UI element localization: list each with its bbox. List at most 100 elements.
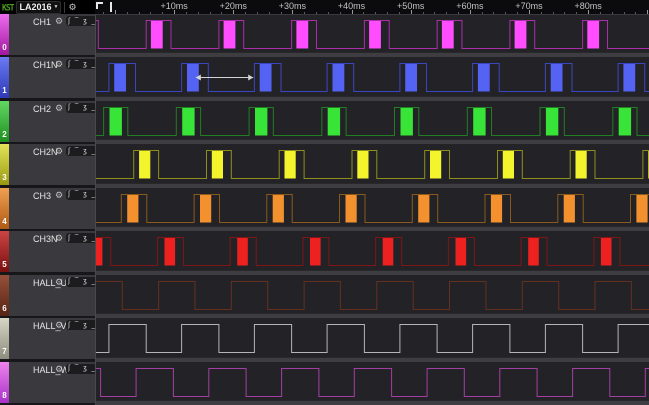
waveform-plot-CH1[interactable] [96, 14, 649, 53]
waveform-row-CH3N[interactable] [96, 231, 649, 274]
dense-transition-block [237, 238, 248, 266]
trigger-rising-edge-button[interactable]: ʃ [68, 147, 70, 156]
timeline-tick [127, 12, 128, 14]
channel-gear-icon[interactable]: ⚙ [55, 233, 63, 243]
waveform-plot-CH3N[interactable] [96, 231, 649, 270]
channel-gear-icon[interactable]: ⚙ [55, 190, 63, 200]
trigger-falling-edge-button[interactable]: ʒ [83, 277, 87, 286]
waveform-row-HALL_W[interactable] [96, 362, 649, 405]
channel-number: 7 [0, 347, 9, 356]
trigger-falling-edge-button[interactable]: ʒ [83, 17, 87, 26]
timeline-tick [541, 12, 542, 14]
trigger-falling-edge-button[interactable]: ʒ [83, 103, 87, 112]
channel-row-CH3N[interactable]: 5CH3N⚙ʃ‾ʒ_ [0, 231, 95, 272]
channel-name-label[interactable]: CH3 [33, 191, 51, 201]
dense-transition-block [551, 64, 563, 92]
timeline-tick [553, 12, 554, 14]
timeline-tick [423, 12, 424, 14]
channel-name-label[interactable]: CH1 [33, 17, 51, 27]
channel-gear-icon[interactable]: ⚙ [55, 277, 63, 287]
trigger-high-level-button[interactable]: ‾ [75, 17, 79, 26]
waveform-area[interactable] [95, 14, 649, 405]
trigger-rising-edge-button[interactable]: ʃ [68, 17, 70, 26]
waveform-trace [96, 238, 649, 266]
trigger-high-level-button[interactable]: ‾ [75, 147, 79, 156]
waveform-row-HALL_U[interactable] [96, 275, 649, 318]
settings-gear-button[interactable]: ⚙ [68, 2, 76, 13]
waveform-row-CH2[interactable] [96, 101, 649, 144]
waveform-row-CH2N[interactable] [96, 144, 649, 187]
trigger-button-group: ʃ‾ʒ_ [66, 277, 97, 287]
waveform-plot-CH3[interactable] [96, 188, 649, 227]
trigger-falling-edge-button[interactable]: ʒ [83, 321, 87, 330]
dense-transition-block [110, 107, 122, 135]
trigger-high-level-button[interactable]: ‾ [75, 60, 79, 69]
dense-transition-block [224, 21, 236, 49]
channel-row-HALL_V[interactable]: 7HALL_V⚙ʃ‾ʒ_ [0, 318, 95, 359]
channel-gear-icon[interactable]: ⚙ [55, 364, 63, 374]
dense-transition-block [310, 238, 321, 266]
channel-row-HALL_U[interactable]: 6HALL_U⚙ʃ‾ʒ_ [0, 275, 95, 316]
timeline-tick [493, 12, 494, 14]
trigger-high-level-button[interactable]: ‾ [75, 234, 79, 243]
device-toolbar: KST LA2016 ▼ ⚙ [0, 0, 95, 14]
trigger-high-level-button[interactable]: ‾ [75, 364, 79, 373]
waveform-trace [96, 64, 649, 92]
waveform-plot-HALL_V[interactable] [96, 318, 649, 357]
waveform-row-HALL_V[interactable] [96, 318, 649, 361]
trigger-rising-edge-button[interactable]: ʃ [68, 190, 70, 199]
cursor-bracket-marker[interactable] [96, 2, 103, 9]
channel-row-CH3[interactable]: 4CH3⚙ʃ‾ʒ_ [0, 188, 95, 229]
trigger-falling-edge-button[interactable]: ʒ [83, 364, 87, 373]
channel-name-label[interactable]: CH2N [33, 147, 58, 157]
timeline-tick [458, 12, 459, 14]
timeline-tick [635, 12, 636, 14]
channel-row-CH2N[interactable]: 3CH2N⚙ʃ‾ʒ_ [0, 144, 95, 185]
waveform-plot-CH1N[interactable] [96, 57, 649, 96]
waveform-plot-HALL_W[interactable] [96, 362, 649, 401]
channel-gear-icon[interactable]: ⚙ [55, 16, 63, 26]
trigger-rising-edge-button[interactable]: ʃ [68, 277, 70, 286]
waveform-row-CH3[interactable] [96, 188, 649, 231]
timeline-tick [505, 12, 506, 14]
dense-transition-block [383, 238, 394, 266]
channel-row-CH1N[interactable]: 1CH1N⚙ʃ‾ʒ_ [0, 57, 95, 98]
trigger-high-level-button[interactable]: ‾ [75, 103, 79, 112]
channel-name-label[interactable]: HALL_W [33, 365, 69, 375]
trigger-falling-edge-button[interactable]: ʒ [83, 234, 87, 243]
waveform-row-CH1[interactable] [96, 14, 649, 57]
waveform-plot-CH2N[interactable] [96, 144, 649, 183]
timeline-tick [399, 12, 400, 14]
trigger-rising-edge-button[interactable]: ʃ [68, 60, 70, 69]
trigger-rising-edge-button[interactable]: ʃ [68, 234, 70, 243]
channel-gear-icon[interactable]: ⚙ [55, 103, 63, 113]
trigger-rising-edge-button[interactable]: ʃ [68, 103, 70, 112]
trigger-high-level-button[interactable]: ‾ [75, 190, 79, 199]
trigger-rising-edge-button[interactable]: ʃ [68, 321, 70, 330]
channel-name-label[interactable]: CH2 [33, 104, 51, 114]
trigger-falling-edge-button[interactable]: ʒ [83, 147, 87, 156]
device-selector[interactable]: LA2016 ▼ [16, 1, 61, 14]
waveform-row-CH1N[interactable] [96, 57, 649, 100]
channel-name-label[interactable]: CH3N [33, 234, 58, 244]
channel-name-label[interactable]: CH1N [33, 60, 58, 70]
channel-gear-icon[interactable]: ⚙ [55, 146, 63, 156]
dense-transition-block [503, 151, 514, 179]
channel-sidebar: 0CH1⚙ʃ‾ʒ_1CH1N⚙ʃ‾ʒ_2CH2⚙ʃ‾ʒ_3CH2N⚙ʃ‾ʒ_4C… [0, 14, 95, 405]
waveform-plot-HALL_U[interactable] [96, 275, 649, 314]
trigger-high-level-button[interactable]: ‾ [75, 321, 79, 330]
trigger-rising-edge-button[interactable]: ʃ [68, 364, 70, 373]
channel-gear-icon[interactable]: ⚙ [55, 320, 63, 330]
trigger-high-level-button[interactable]: ‾ [75, 277, 79, 286]
waveform-plot-CH2[interactable] [96, 101, 649, 140]
timeline-ruler[interactable]: +10ms+20ms+30ms+40ms+50ms+60ms+70ms+80ms [95, 0, 649, 15]
trigger-falling-edge-button[interactable]: ʒ [83, 60, 87, 69]
channel-row-HALL_W[interactable]: 8HALL_W⚙ʃ‾ʒ_ [0, 362, 95, 403]
cursor-line-marker[interactable] [110, 2, 112, 12]
channel-gear-icon[interactable]: ⚙ [55, 59, 63, 69]
channel-row-CH2[interactable]: 2CH2⚙ʃ‾ʒ_ [0, 101, 95, 142]
trigger-falling-edge-button[interactable]: ʒ [83, 190, 87, 199]
timeline-tick [186, 12, 187, 14]
channel-row-CH1[interactable]: 0CH1⚙ʃ‾ʒ_ [0, 14, 95, 55]
timeline-tick [624, 12, 625, 14]
